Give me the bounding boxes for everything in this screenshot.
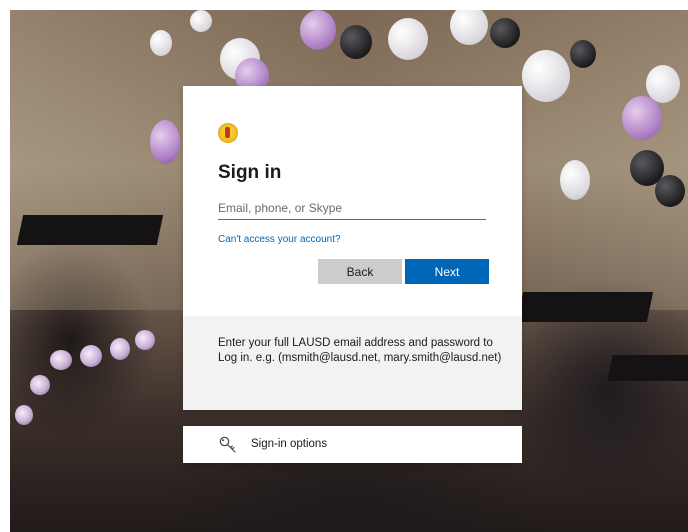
page-title: Sign in bbox=[218, 162, 282, 183]
sign-in-card: Sign in Can't access your account? Back … bbox=[183, 86, 522, 410]
next-button[interactable]: Next bbox=[405, 259, 489, 284]
lausd-logo-icon bbox=[218, 123, 238, 143]
info-text: Enter your full LAUSD email address and … bbox=[218, 337, 502, 364]
cant-access-account-link[interactable]: Can't access your account? bbox=[218, 234, 341, 245]
back-button[interactable]: Back bbox=[318, 259, 402, 284]
info-panel: Enter your full LAUSD email address and … bbox=[183, 316, 522, 410]
key-icon bbox=[219, 436, 236, 453]
email-input[interactable] bbox=[218, 197, 486, 220]
sign-in-options-label: Sign-in options bbox=[251, 438, 328, 450]
sign-in-options-button[interactable]: Sign-in options bbox=[183, 426, 522, 463]
